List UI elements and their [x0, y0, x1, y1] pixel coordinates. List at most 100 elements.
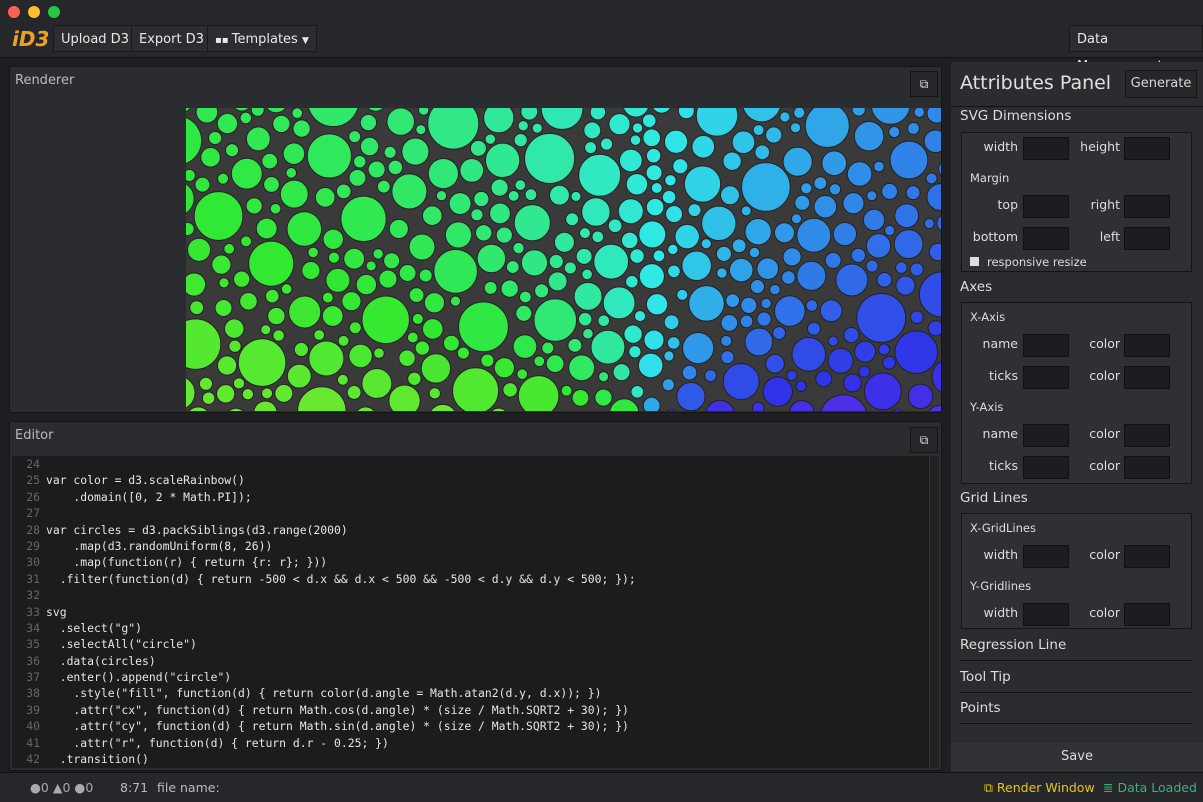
- circle-mark: [418, 268, 433, 283]
- circle-mark: [666, 409, 678, 411]
- circle-mark: [828, 183, 842, 196]
- circle-mark: [346, 384, 362, 400]
- svg-height-input[interactable]: [1124, 137, 1170, 160]
- save-button[interactable]: Save: [951, 743, 1203, 771]
- circle-mark: [846, 161, 873, 187]
- upload-d3-button[interactable]: Upload D3: [53, 25, 137, 52]
- section-tool-tip[interactable]: Tool Tip: [960, 669, 1011, 685]
- circle-mark: [387, 159, 404, 176]
- circle-mark: [490, 178, 509, 197]
- code-text: .attr("r", function(d) { return d.r - 0.…: [46, 735, 389, 750]
- section-axes[interactable]: Axes: [960, 279, 992, 295]
- circle-mark: [773, 295, 806, 327]
- circle-mark: [186, 183, 195, 214]
- minimize-window-button[interactable]: [28, 6, 40, 18]
- circle-mark: [629, 134, 642, 146]
- data-management-button[interactable]: Data Management: [1069, 25, 1203, 74]
- section-points[interactable]: Points: [960, 700, 1001, 716]
- circle-pack-visualization: [186, 108, 941, 411]
- circle-mark: [308, 108, 359, 128]
- circle-mark: [851, 108, 866, 117]
- circle-mark: [581, 197, 611, 227]
- circle-mark: [906, 121, 920, 135]
- zoom-window-button[interactable]: [48, 6, 60, 18]
- circle-mark: [495, 226, 513, 244]
- y-grid-color-input[interactable]: [1124, 603, 1170, 626]
- problems-counter[interactable]: ●0 ▲0 ●0: [30, 780, 93, 795]
- generate-button[interactable]: Generate: [1125, 70, 1197, 98]
- circle-mark: [620, 231, 639, 250]
- line-number: 37: [26, 670, 40, 685]
- circle-mark: [819, 299, 843, 323]
- x-axis-color-input[interactable]: [1124, 334, 1170, 357]
- render-canvas[interactable]: [186, 108, 941, 411]
- circle-mark: [928, 242, 941, 262]
- responsive-resize-checkbox[interactable]: [970, 257, 979, 266]
- circle-mark: [517, 375, 560, 411]
- x-grid-color-input[interactable]: [1124, 545, 1170, 568]
- section-regression-line[interactable]: Regression Line: [960, 637, 1066, 653]
- error-count: 0: [40, 780, 49, 795]
- templates-dropdown[interactable]: ▪▪ Templates ▼: [207, 25, 317, 52]
- circle-mark: [700, 238, 712, 250]
- line-number: 25: [26, 473, 40, 488]
- width-label: width: [983, 547, 1018, 562]
- title-bar: iD3 Upload D3 Export D3 ▪▪ Templates ▼ D…: [0, 0, 1203, 74]
- y-axis-color-input[interactable]: [1124, 424, 1170, 447]
- circle-mark: [882, 355, 896, 370]
- circle-mark: [663, 314, 680, 331]
- circle-mark: [541, 341, 555, 355]
- circle-mark: [638, 263, 665, 290]
- circle-mark: [863, 372, 902, 411]
- circle-mark: [661, 378, 675, 392]
- code-text: .map(d3.randomUniform(8, 26)): [46, 538, 273, 553]
- circle-mark: [391, 173, 428, 210]
- file-name-label: file name:: [157, 780, 220, 795]
- line-number: 38: [26, 686, 40, 701]
- x-ticks-color-input[interactable]: [1124, 366, 1170, 389]
- circle-mark: [321, 305, 344, 327]
- circle-mark: [279, 179, 309, 209]
- line-number: 30: [26, 555, 40, 570]
- line-number: 27: [26, 506, 40, 521]
- circle-mark: [560, 384, 573, 397]
- circle-mark: [524, 132, 576, 184]
- popout-icon[interactable]: ⧉: [910, 427, 938, 453]
- code-editor[interactable]: 24 25 var color = d3.scaleRainbow() 26 .dom…: [12, 456, 929, 768]
- circle-mark: [366, 108, 385, 112]
- circle-mark: [813, 176, 828, 191]
- render-window-button[interactable]: ⧉ Render Window: [984, 780, 1095, 796]
- circle-mark: [858, 365, 871, 378]
- export-d3-button[interactable]: Export D3: [131, 25, 212, 52]
- left-label: left: [1099, 229, 1120, 244]
- margin-left-input[interactable]: [1124, 227, 1170, 250]
- section-svg-dimensions[interactable]: SVG Dimensions: [960, 108, 1071, 124]
- circle-mark: [720, 314, 739, 332]
- info-count: 0: [85, 780, 94, 795]
- close-window-button[interactable]: [8, 6, 20, 18]
- popout-icon[interactable]: ⧉: [910, 71, 938, 97]
- circle-mark: [769, 283, 781, 296]
- circle-mark: [407, 371, 422, 386]
- database-icon: ≣: [1103, 780, 1114, 795]
- circle-mark: [832, 221, 858, 247]
- editor-scrollbar[interactable]: [929, 456, 939, 768]
- circle-mark: [820, 394, 867, 411]
- code-line: 35 .selectAll("circle"): [12, 636, 929, 652]
- y-ticks-color-input[interactable]: [1124, 456, 1170, 479]
- margin-right-input[interactable]: [1124, 195, 1170, 218]
- circle-mark: [895, 261, 908, 274]
- circle-mark: [286, 363, 312, 389]
- circle-mark: [751, 401, 765, 411]
- circle-mark: [433, 249, 478, 294]
- circle-mark: [186, 221, 195, 237]
- circle-mark: [483, 280, 498, 295]
- section-grid-lines[interactable]: Grid Lines: [960, 490, 1028, 506]
- render-window-label: Render Window: [996, 780, 1095, 795]
- circle-mark: [894, 203, 920, 229]
- code-line: 42 .transition(): [12, 751, 929, 767]
- circle-mark: [449, 295, 462, 307]
- circle-mark: [398, 349, 416, 367]
- circle-mark: [500, 279, 519, 298]
- circle-mark: [545, 354, 565, 374]
